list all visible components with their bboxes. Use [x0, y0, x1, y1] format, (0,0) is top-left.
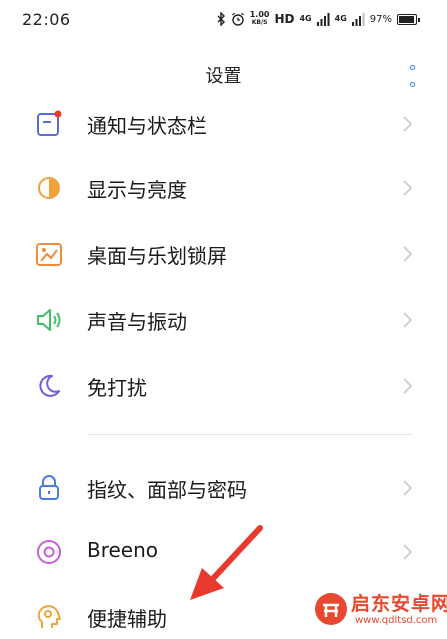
battery-icon — [397, 13, 420, 25]
settings-item-sound[interactable]: 声音与振动 — [0, 290, 447, 350]
settings-item-label: 显示与亮度 — [87, 178, 187, 202]
settings-item-wallpaper[interactable]: 桌面与乐划锁屏 — [0, 224, 447, 284]
annotation-arrow-icon — [190, 525, 263, 600]
settings-item-label: 免打扰 — [87, 376, 147, 400]
settings-item-label: 指纹、面部与密码 — [87, 478, 247, 502]
speaker-icon — [37, 309, 61, 331]
status-time: 22:06 — [22, 10, 71, 29]
alarm-icon — [231, 12, 244, 26]
settings-item-label: 通知与状态栏 — [87, 114, 207, 138]
settings-item-do-not-disturb[interactable]: 免打扰 — [0, 356, 447, 416]
more-dot-icon — [409, 65, 415, 70]
settings-item-label: 声音与振动 — [87, 310, 187, 334]
hd-label: HD — [274, 12, 295, 26]
status-icons: 1.00 KB/S HD 4G 4G 97% — [217, 10, 420, 28]
watermark-url: www.qdltsd.com — [355, 615, 438, 626]
watermark-title: 启东安卓网 — [351, 593, 447, 615]
wallpaper-icon — [36, 243, 62, 266]
chevron-right-icon — [403, 378, 413, 394]
more-dot-icon — [409, 82, 415, 87]
chevron-right-icon — [403, 180, 413, 196]
signal-2-label: 4G — [334, 14, 347, 23]
settings-item-label: 桌面与乐划锁屏 — [87, 244, 227, 268]
chevron-right-icon — [403, 312, 413, 328]
settings-item-notifications[interactable]: 通知与状态栏 — [0, 94, 447, 154]
accessibility-icon — [37, 605, 61, 628]
settings-item-label: Breeno — [87, 538, 159, 562]
brightness-icon — [38, 177, 60, 199]
chevron-right-icon — [403, 480, 413, 496]
net-speed: 1.00 KB/S — [249, 10, 270, 27]
bluetooth-icon — [217, 12, 225, 26]
signal-1-label: 4G — [299, 14, 312, 23]
signal-2-icon — [351, 12, 365, 26]
notification-icon — [37, 110, 62, 136]
chevron-right-icon — [403, 246, 413, 262]
more-options-button[interactable] — [407, 65, 417, 87]
moon-icon — [39, 374, 60, 397]
settings-item-display[interactable]: 显示与亮度 — [0, 158, 447, 218]
chevron-right-icon — [403, 544, 413, 560]
watermark-logo-icon — [315, 593, 347, 625]
section-divider — [87, 434, 413, 435]
breeno-icon — [37, 540, 61, 564]
chevron-right-icon — [403, 116, 413, 132]
settings-item-label: 便捷辅助 — [87, 607, 167, 631]
battery-percent: 97% — [369, 13, 392, 25]
lock-icon — [39, 475, 59, 500]
signal-1-icon — [316, 12, 330, 26]
watermark: 启东安卓网 www.qdltsd.com — [309, 585, 447, 635]
settings-item-security[interactable]: 指纹、面部与密码 — [0, 458, 447, 518]
page-title: 设置 — [205, 66, 242, 87]
header: 设置 — [0, 52, 447, 96]
status-bar: 22:06 1.00 KB/S HD 4G 4G 97% — [0, 0, 447, 40]
